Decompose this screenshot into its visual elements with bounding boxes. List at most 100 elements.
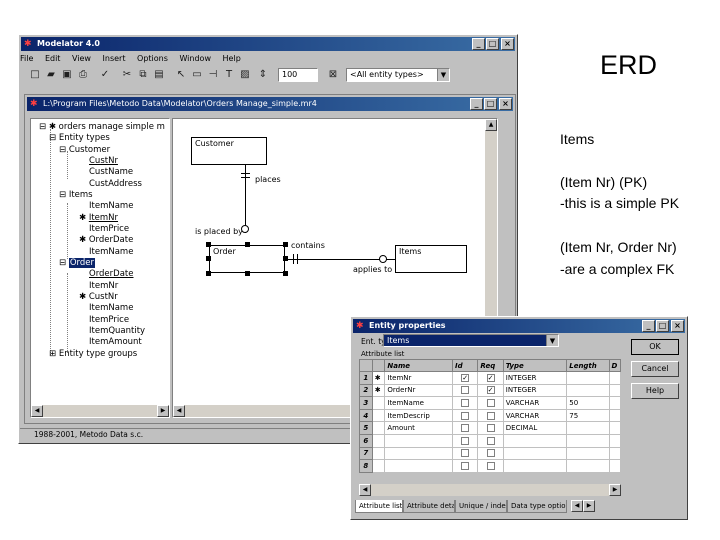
tree-attr[interactable]: CustNr bbox=[89, 156, 118, 167]
attribute-name-cell[interactable]: ItemDescrip bbox=[384, 408, 454, 423]
tree-attr[interactable]: ItemPrice bbox=[89, 315, 129, 326]
tree-attr-key[interactable]: ✱ CustNr bbox=[79, 292, 118, 303]
menu-edit[interactable]: Edit bbox=[45, 54, 61, 63]
req-check-icon[interactable] bbox=[486, 424, 495, 433]
menu-insert[interactable]: Insert bbox=[103, 54, 126, 63]
attribute-name-cell[interactable] bbox=[384, 433, 454, 448]
id-checkbox[interactable]: ✓ bbox=[452, 371, 479, 385]
tree-attr[interactable]: CustAddress bbox=[89, 179, 142, 190]
selection-handle[interactable] bbox=[245, 242, 250, 247]
id-check-icon[interactable]: ✓ bbox=[461, 373, 470, 382]
attribute-type-cell[interactable]: DECIMAL bbox=[502, 421, 568, 435]
col-header-id[interactable]: Id bbox=[452, 359, 479, 372]
id-check-icon[interactable] bbox=[461, 449, 470, 458]
req-checkbox[interactable]: ✓ bbox=[477, 383, 504, 398]
attribute-name-cell[interactable]: ItemNr bbox=[384, 371, 454, 385]
check-icon[interactable]: ✓ bbox=[98, 68, 112, 82]
attribute-length-cell[interactable]: 50 bbox=[566, 396, 610, 410]
attribute-d-cell[interactable] bbox=[608, 383, 622, 398]
entity-type-filter[interactable]: <All entity types> ▼ bbox=[346, 68, 450, 82]
chevron-down-icon[interactable]: ▼ bbox=[546, 335, 558, 346]
menu-file[interactable]: File bbox=[20, 54, 33, 63]
tree-entity-types[interactable]: ⊟ Entity types bbox=[49, 133, 110, 144]
menu-window[interactable]: Window bbox=[179, 54, 211, 63]
id-checkbox[interactable] bbox=[452, 408, 479, 423]
image-tool-icon[interactable]: ▨ bbox=[238, 68, 252, 82]
ok-button[interactable]: OK bbox=[631, 339, 679, 355]
selection-handle[interactable] bbox=[206, 242, 211, 247]
attribute-d-cell[interactable] bbox=[608, 421, 622, 435]
attribute-type-cell[interactable] bbox=[502, 459, 568, 473]
attribute-d-cell[interactable] bbox=[608, 459, 622, 473]
tree-attr-key[interactable]: ✱ OrderDate bbox=[79, 235, 133, 246]
attribute-length-cell[interactable] bbox=[566, 446, 610, 461]
grid-toggle-icon[interactable]: ⊠ bbox=[326, 68, 340, 82]
attribute-name-cell[interactable]: OrderNr bbox=[384, 383, 454, 398]
relationship-tool-icon[interactable]: ⊣ bbox=[206, 68, 220, 82]
tab-data-type-options[interactable]: Data type options bbox=[507, 500, 567, 513]
attribute-length-cell[interactable] bbox=[566, 421, 610, 435]
attribute-row[interactable]: 1 ✱ ItemNr ✓ ✓ INTEGER bbox=[359, 371, 622, 385]
entity-items[interactable]: Items bbox=[395, 245, 467, 273]
ent-type-select[interactable]: Items ▼ bbox=[383, 334, 559, 347]
selection-handle[interactable] bbox=[283, 242, 288, 247]
attribute-d-cell[interactable] bbox=[608, 446, 622, 461]
doc-close-button[interactable]: × bbox=[499, 98, 512, 110]
tree-entity-customer[interactable]: ⊟ Customer bbox=[59, 145, 110, 156]
scroll-left-icon[interactable]: ◀ bbox=[359, 484, 371, 496]
zoom-stepper-icon[interactable]: ⇕ bbox=[256, 68, 270, 82]
tab-attribute-list[interactable]: Attribute list bbox=[355, 500, 403, 513]
req-checkbox[interactable] bbox=[477, 446, 504, 461]
tree-entity-groups[interactable]: ⊞ Entity type groups bbox=[49, 349, 137, 360]
tree-entity-items[interactable]: ⊟ Items bbox=[59, 190, 93, 201]
entity-tool-icon[interactable]: ▭ bbox=[190, 68, 204, 82]
id-checkbox[interactable] bbox=[452, 459, 479, 473]
id-checkbox[interactable] bbox=[452, 446, 479, 461]
attribute-d-cell[interactable] bbox=[608, 396, 622, 410]
pointer-icon[interactable]: ↖ bbox=[174, 68, 188, 82]
tab-scroll-left-icon[interactable]: ◀ bbox=[571, 500, 583, 512]
id-checkbox[interactable] bbox=[452, 396, 479, 410]
attribute-type-cell[interactable] bbox=[502, 446, 568, 461]
attribute-name-cell[interactable]: Amount bbox=[384, 421, 454, 435]
attribute-d-cell[interactable] bbox=[608, 371, 622, 385]
maximize-button[interactable]: □ bbox=[486, 38, 499, 50]
tree-root[interactable]: ⊟ ✱ orders manage simple m bbox=[39, 122, 165, 133]
grid-horizontal-scrollbar[interactable]: ◀ ▶ bbox=[359, 484, 621, 496]
attribute-length-cell[interactable] bbox=[566, 459, 610, 473]
tree-attr[interactable]: ItemNr bbox=[89, 281, 118, 292]
req-check-icon[interactable] bbox=[486, 411, 495, 420]
tree-attr-key[interactable]: ✱ ItemNr bbox=[79, 213, 118, 224]
attribute-length-cell[interactable] bbox=[566, 433, 610, 448]
selection-handle[interactable] bbox=[206, 256, 211, 261]
req-check-icon[interactable] bbox=[486, 398, 495, 407]
tab-attribute-details[interactable]: Attribute details bbox=[403, 500, 455, 513]
dialog-close-button[interactable]: × bbox=[671, 320, 684, 332]
tree-attr[interactable]: ItemName bbox=[89, 247, 133, 258]
dialog-minimize-button[interactable]: _ bbox=[642, 320, 655, 332]
new-icon[interactable]: □ bbox=[28, 68, 42, 82]
attribute-row[interactable]: 3 ItemName VARCHAR 50 bbox=[359, 396, 622, 410]
req-check-icon[interactable] bbox=[486, 461, 495, 470]
save-icon[interactable]: ▣ bbox=[60, 68, 74, 82]
req-checkbox[interactable] bbox=[477, 459, 504, 473]
attribute-row[interactable]: 4 ItemDescrip VARCHAR 75 bbox=[359, 408, 622, 423]
close-button[interactable]: × bbox=[501, 38, 514, 50]
attribute-name-cell[interactable]: ItemName bbox=[384, 396, 454, 410]
paste-icon[interactable]: ▤ bbox=[152, 68, 166, 82]
print-icon[interactable]: ⎙ bbox=[76, 68, 90, 82]
doc-minimize-button[interactable]: _ bbox=[470, 98, 483, 110]
minimize-button[interactable]: _ bbox=[472, 38, 485, 50]
attribute-name-cell[interactable] bbox=[384, 459, 454, 473]
attribute-row[interactable]: 6 bbox=[359, 433, 622, 448]
col-header-length[interactable]: Length bbox=[566, 359, 610, 372]
tree-attr[interactable]: ItemQuantity bbox=[89, 326, 145, 337]
req-checkbox[interactable] bbox=[477, 408, 504, 423]
text-tool-icon[interactable]: T bbox=[222, 68, 236, 82]
tab-scroll-right-icon[interactable]: ▶ bbox=[583, 500, 595, 512]
req-check-icon[interactable]: ✓ bbox=[486, 386, 495, 395]
id-check-icon[interactable] bbox=[461, 398, 470, 407]
menu-help[interactable]: Help bbox=[223, 54, 241, 63]
document-title-bar[interactable]: ✱ L:\Program Files\Metodo Data\Modelator… bbox=[27, 97, 513, 111]
tree-attr[interactable]: OrderDate bbox=[89, 269, 133, 280]
